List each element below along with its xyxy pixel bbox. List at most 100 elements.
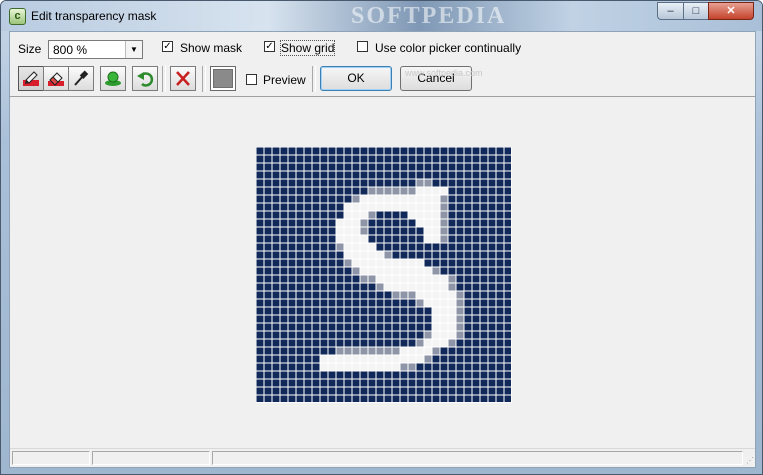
- mask-pixel[interactable]: [424, 235, 432, 243]
- mask-pixel[interactable]: [448, 275, 456, 283]
- mask-pixel[interactable]: [384, 363, 392, 371]
- mask-pixel[interactable]: [432, 299, 440, 307]
- title-bar[interactable]: c Edit transparency mask SOFTPEDIA – □ ✕: [1, 1, 762, 31]
- mask-pixel[interactable]: [456, 331, 464, 339]
- mask-pixel[interactable]: [392, 187, 400, 195]
- mask-pixel[interactable]: [440, 219, 448, 227]
- mask-pixel[interactable]: [376, 275, 384, 283]
- mask-pixel[interactable]: [368, 203, 376, 211]
- mask-pixel[interactable]: [416, 259, 424, 267]
- mask-pixel[interactable]: [368, 363, 376, 371]
- mask-pixel[interactable]: [400, 291, 408, 299]
- mask-pixel[interactable]: [440, 291, 448, 299]
- mask-pixel[interactable]: [416, 339, 424, 347]
- mask-pixel[interactable]: [432, 187, 440, 195]
- color-picker-label[interactable]: Use color picker continually: [375, 41, 521, 55]
- mask-pixel[interactable]: [456, 315, 464, 323]
- mask-pixel[interactable]: [344, 355, 352, 363]
- mask-pixel[interactable]: [344, 347, 352, 355]
- mask-pixel[interactable]: [384, 267, 392, 275]
- mask-pixel[interactable]: [360, 363, 368, 371]
- mask-pixel[interactable]: [416, 291, 424, 299]
- pencil-tool-button[interactable]: [18, 66, 44, 91]
- mask-pixel[interactable]: [440, 331, 448, 339]
- mask-pixel[interactable]: [368, 243, 376, 251]
- mask-pixel[interactable]: [360, 259, 368, 267]
- mask-pixel[interactable]: [440, 315, 448, 323]
- mask-pixel[interactable]: [352, 259, 360, 267]
- mask-pixel[interactable]: [432, 323, 440, 331]
- mask-pixel[interactable]: [416, 195, 424, 203]
- mask-pixel[interactable]: [432, 235, 440, 243]
- mask-pixel[interactable]: [344, 227, 352, 235]
- mask-pixel[interactable]: [432, 339, 440, 347]
- mask-pixel[interactable]: [424, 299, 432, 307]
- minimize-button[interactable]: –: [657, 2, 684, 20]
- mask-pixel[interactable]: [416, 179, 424, 187]
- mask-pixel[interactable]: [376, 363, 384, 371]
- mask-pixel[interactable]: [328, 363, 336, 371]
- close-button[interactable]: ✕: [708, 2, 754, 20]
- size-combobox[interactable]: 800 % ▼: [48, 40, 143, 59]
- mask-pixel[interactable]: [344, 235, 352, 243]
- mask-pixel[interactable]: [416, 299, 424, 307]
- mask-pixel[interactable]: [344, 211, 352, 219]
- mask-pixel[interactable]: [400, 283, 408, 291]
- mask-pixel[interactable]: [408, 363, 416, 371]
- mask-pixel[interactable]: [448, 315, 456, 323]
- fill-tool-button[interactable]: [100, 66, 126, 91]
- mask-pixel[interactable]: [336, 355, 344, 363]
- mask-pixel[interactable]: [368, 211, 376, 219]
- mask-pixel[interactable]: [424, 283, 432, 291]
- mask-pixel[interactable]: [432, 195, 440, 203]
- mask-pixel[interactable]: [456, 307, 464, 315]
- mask-pixel[interactable]: [400, 195, 408, 203]
- show-grid-checkbox[interactable]: ✓: [264, 41, 275, 52]
- mask-pixel[interactable]: [360, 211, 368, 219]
- mask-pixel[interactable]: [408, 283, 416, 291]
- mask-pixel[interactable]: [456, 323, 464, 331]
- mask-pixel[interactable]: [352, 235, 360, 243]
- mask-pixel[interactable]: [448, 339, 456, 347]
- mask-pixel[interactable]: [328, 355, 336, 363]
- mask-pixel[interactable]: [368, 355, 376, 363]
- preview-checkbox[interactable]: [246, 74, 257, 85]
- mask-pixel[interactable]: [352, 227, 360, 235]
- mask-pixel[interactable]: [448, 299, 456, 307]
- mask-pixel[interactable]: [392, 291, 400, 299]
- mask-pixel[interactable]: [344, 203, 352, 211]
- mask-pixel[interactable]: [440, 283, 448, 291]
- mask-pixel[interactable]: [440, 307, 448, 315]
- mask-pixel[interactable]: [408, 355, 416, 363]
- mask-pixel[interactable]: [440, 227, 448, 235]
- mask-pixel[interactable]: [400, 203, 408, 211]
- mask-pixel[interactable]: [376, 355, 384, 363]
- show-mask-label[interactable]: Show mask: [180, 41, 242, 55]
- mask-pixel[interactable]: [392, 347, 400, 355]
- mask-pixel[interactable]: [432, 227, 440, 235]
- mask-pixel[interactable]: [400, 187, 408, 195]
- mask-pixel[interactable]: [440, 187, 448, 195]
- mask-pixel[interactable]: [360, 195, 368, 203]
- mask-pixel[interactable]: [336, 235, 344, 243]
- mask-pixel[interactable]: [448, 323, 456, 331]
- mask-pixel[interactable]: [392, 355, 400, 363]
- mask-pixel[interactable]: [376, 347, 384, 355]
- mask-pixel[interactable]: [448, 307, 456, 315]
- mask-pixel[interactable]: [416, 267, 424, 275]
- mask-pixel[interactable]: [456, 299, 464, 307]
- current-color-swatch[interactable]: [210, 66, 236, 91]
- mask-pixel[interactable]: [424, 331, 432, 339]
- mask-pixel[interactable]: [384, 259, 392, 267]
- mask-pixel[interactable]: [400, 259, 408, 267]
- mask-pixel[interactable]: [400, 363, 408, 371]
- clear-tool-button[interactable]: [170, 66, 196, 91]
- mask-pixel[interactable]: [432, 307, 440, 315]
- mask-pixel[interactable]: [424, 267, 432, 275]
- mask-pixel[interactable]: [352, 251, 360, 259]
- mask-pixel[interactable]: [432, 267, 440, 275]
- mask-pixel[interactable]: [408, 195, 416, 203]
- mask-pixel[interactable]: [352, 195, 360, 203]
- mask-pixel[interactable]: [376, 267, 384, 275]
- mask-pixel[interactable]: [352, 243, 360, 251]
